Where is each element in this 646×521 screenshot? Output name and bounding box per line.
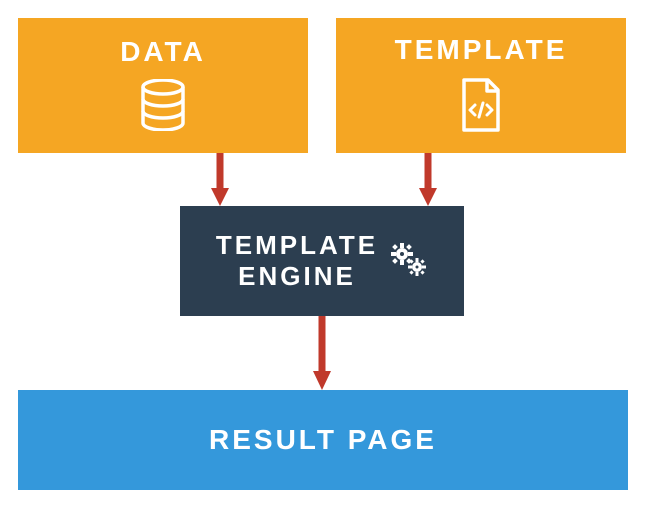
engine-label-line-1: TEMPLATE [216,230,378,261]
template-label: TEMPLATE [395,33,568,67]
arrow-engine-to-result [312,316,332,390]
template-node: TEMPLATE [336,18,626,153]
data-label: DATA [120,35,206,69]
engine-label-wrap: TEMPLATE ENGINE [216,230,378,292]
file-code-icon [458,77,504,138]
data-node: DATA [18,18,308,153]
result-node: RESULT PAGE [18,390,628,490]
template-engine-diagram: DATA TEMPLATE [0,0,646,521]
arrow-data-to-engine [210,153,230,206]
database-icon [140,79,186,136]
arrow-template-to-engine [418,153,438,206]
engine-node: TEMPLATE ENGINE [180,206,464,316]
engine-label-line-2: ENGINE [216,261,378,292]
gears-icon [388,239,428,284]
result-label: RESULT PAGE [209,423,437,457]
